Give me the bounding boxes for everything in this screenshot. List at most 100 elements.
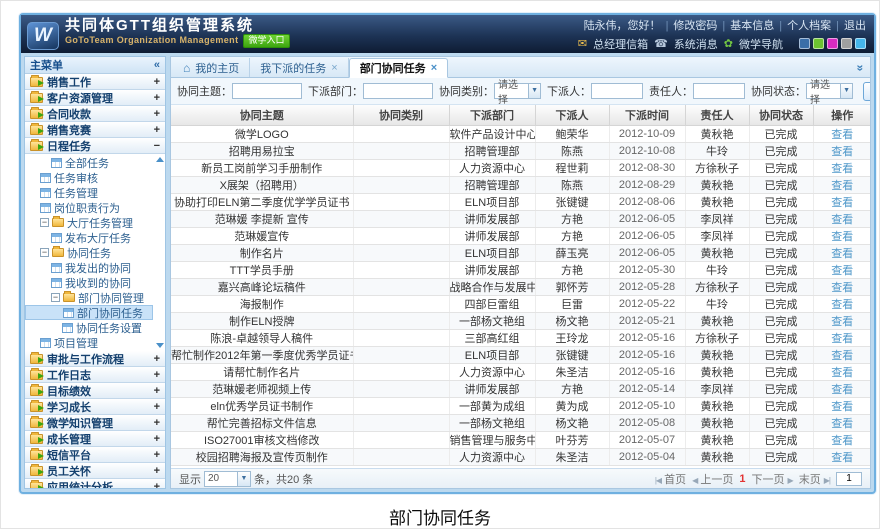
search-button[interactable]: 查询 <box>863 82 870 101</box>
tree-toggle-icon[interactable]: − <box>40 218 49 227</box>
filter-input-下派部门：[interactable] <box>363 83 433 99</box>
view-link[interactable]: 查看 <box>831 350 853 362</box>
tree-item-部门协同管理[interactable]: −部门协同管理 <box>25 290 153 305</box>
cell-action: 查看 <box>813 431 870 448</box>
filter-collapse-icon[interactable]: » <box>854 62 868 73</box>
view-link[interactable]: 查看 <box>831 282 853 294</box>
view-link[interactable]: 查看 <box>831 146 853 158</box>
pagination-last[interactable]: 末页 ▶| <box>799 471 830 487</box>
tree-toggle-icon[interactable]: − <box>40 248 49 257</box>
dropdown-icon[interactable]: ▼ <box>528 84 540 98</box>
tab-我下派的任务[interactable]: 我下派的任务× <box>250 58 348 77</box>
quick-link-微学导航[interactable]: 微学导航 <box>739 36 783 52</box>
sidebar-section-微学知识管理[interactable]: 微学知识管理+ <box>25 415 165 431</box>
pagination-next[interactable]: 下一页 ▶ <box>751 471 792 487</box>
sidebar-section-审批与工作流程[interactable]: 审批与工作流程+ <box>25 351 165 367</box>
tree-item-协同任务设置[interactable]: 协同任务设置 <box>25 320 153 335</box>
view-link[interactable]: 查看 <box>831 316 853 328</box>
tree-item-我发出的协同[interactable]: 我发出的协同 <box>25 260 153 275</box>
tree-item-我收到的协同[interactable]: 我收到的协同 <box>25 275 153 290</box>
message-icon: ☎ <box>654 37 668 50</box>
sidebar-section-目标绩效[interactable]: 目标绩效+ <box>25 383 165 399</box>
tree-item-项目管理[interactable]: 项目管理 <box>25 335 153 350</box>
table-row: TTT学员手册讲师发展部方艳2012-05-30牛玲已完成查看 <box>171 261 870 278</box>
theme-swatch-2[interactable] <box>813 38 824 49</box>
tab-我的主页[interactable]: ⌂我的主页 <box>173 58 250 77</box>
header-link-基本信息[interactable]: 基本信息 <box>730 20 774 32</box>
view-link[interactable]: 查看 <box>831 163 853 175</box>
sidebar-section-销售工作[interactable]: 销售工作+ <box>25 74 165 90</box>
sidebar-section-客户资源管理[interactable]: 客户资源管理+ <box>25 90 165 106</box>
tree-item-任务审核[interactable]: 任务审核 <box>25 170 153 185</box>
sidebar-section-应用统计分析[interactable]: 应用统计分析+ <box>25 479 165 489</box>
filter-label-责任人：: 责任人： <box>649 83 693 99</box>
view-link[interactable]: 查看 <box>831 197 853 209</box>
view-link[interactable]: 查看 <box>831 231 853 243</box>
theme-swatch-4[interactable] <box>841 38 852 49</box>
filter-select-协同类别：[interactable]: 请选择▼ <box>494 83 541 99</box>
tree-item-任务管理[interactable]: 任务管理 <box>25 185 153 200</box>
view-link[interactable]: 查看 <box>831 452 853 464</box>
view-link[interactable]: 查看 <box>831 333 853 345</box>
filter-input-下派人：[interactable] <box>591 83 643 99</box>
col-header-协同主题: 协同主题 <box>171 105 353 125</box>
header-link-修改密码[interactable]: 修改密码 <box>673 20 717 32</box>
theme-swatch-5[interactable] <box>855 38 866 49</box>
col-header-操作: 操作 <box>813 105 870 125</box>
sidebar-section-成长管理[interactable]: 成长管理+ <box>25 431 165 447</box>
header-link-个人档案[interactable]: 个人档案 <box>787 20 831 32</box>
filter-select-协同状态：[interactable]: 请选择▼ <box>806 83 853 99</box>
tree-item-岗位职责行为[interactable]: 岗位职责行为 <box>25 200 153 215</box>
pagination-first[interactable]: |◀ 首页 <box>655 471 686 487</box>
sidebar-section-员工关怀[interactable]: 员工关怀+ <box>25 463 165 479</box>
view-link[interactable]: 查看 <box>831 248 853 260</box>
sidebar-section-合同收款[interactable]: 合同收款+ <box>25 106 165 122</box>
table-icon <box>40 338 51 348</box>
view-link[interactable]: 查看 <box>831 384 853 396</box>
theme-swatch-3[interactable] <box>827 38 838 49</box>
tab-部门协同任务[interactable]: 部门协同任务× <box>349 58 448 78</box>
entry-badge[interactable]: 微学入口 <box>243 34 289 47</box>
sidebar-section-工作日志[interactable]: 工作日志+ <box>25 367 165 383</box>
page-jump-input[interactable] <box>836 472 862 486</box>
sidebar-section-学习成长[interactable]: 学习成长+ <box>25 399 165 415</box>
tab-close-icon[interactable]: × <box>431 62 437 74</box>
page-size-dropdown-icon[interactable]: ▼ <box>237 472 250 486</box>
tree-item-协同任务[interactable]: −协同任务 <box>25 245 153 260</box>
sidebar-collapse-icon[interactable]: « <box>154 59 160 71</box>
cell-category <box>353 431 449 448</box>
cell-sender: 张键键 <box>535 346 609 363</box>
theme-swatch-1[interactable] <box>799 38 810 49</box>
tree-scroll-down-icon[interactable] <box>156 343 164 348</box>
cell-date: 2012-05-14 <box>609 380 685 397</box>
view-link[interactable]: 查看 <box>831 401 853 413</box>
header-link-退出[interactable]: 退出 <box>844 20 866 32</box>
view-link[interactable]: 查看 <box>831 265 853 277</box>
view-link[interactable]: 查看 <box>831 435 853 447</box>
quick-link-系统消息[interactable]: 系统消息 <box>674 36 718 52</box>
page-size-select[interactable]: 20 ▼ <box>204 471 251 487</box>
sidebar-section-日程任务[interactable]: 日程任务− <box>25 138 165 154</box>
tab-close-icon[interactable]: × <box>331 62 337 74</box>
view-link[interactable]: 查看 <box>831 214 853 226</box>
quick-link-总经理信箱[interactable]: 总经理信箱 <box>593 36 648 52</box>
view-link[interactable]: 查看 <box>831 367 853 379</box>
view-link[interactable]: 查看 <box>831 180 853 192</box>
pagination-prev[interactable]: ◀ 上一页 <box>692 471 733 487</box>
tree-item-全部任务[interactable]: 全部任务 <box>25 155 153 170</box>
sidebar-section-短信平台[interactable]: 短信平台+ <box>25 447 165 463</box>
tree-scroll-up-icon[interactable] <box>156 157 164 162</box>
cell-category <box>353 261 449 278</box>
view-link[interactable]: 查看 <box>831 418 853 430</box>
filter-input-协同主题：[interactable] <box>232 83 302 99</box>
sidebar-section-label: 短信平台 <box>47 447 150 463</box>
dropdown-icon[interactable]: ▼ <box>840 84 852 98</box>
tree-item-大厅任务管理[interactable]: −大厅任务管理 <box>25 215 153 230</box>
filter-input-责任人：[interactable] <box>693 83 745 99</box>
view-link[interactable]: 查看 <box>831 299 853 311</box>
tree-item-发布大厅任务[interactable]: 发布大厅任务 <box>25 230 153 245</box>
sidebar-section-销售竞赛[interactable]: 销售竞赛+ <box>25 122 165 138</box>
tree-item-部门协同任务[interactable]: 部门协同任务 <box>25 305 153 320</box>
view-link[interactable]: 查看 <box>831 129 853 141</box>
tree-toggle-icon[interactable]: − <box>51 293 60 302</box>
